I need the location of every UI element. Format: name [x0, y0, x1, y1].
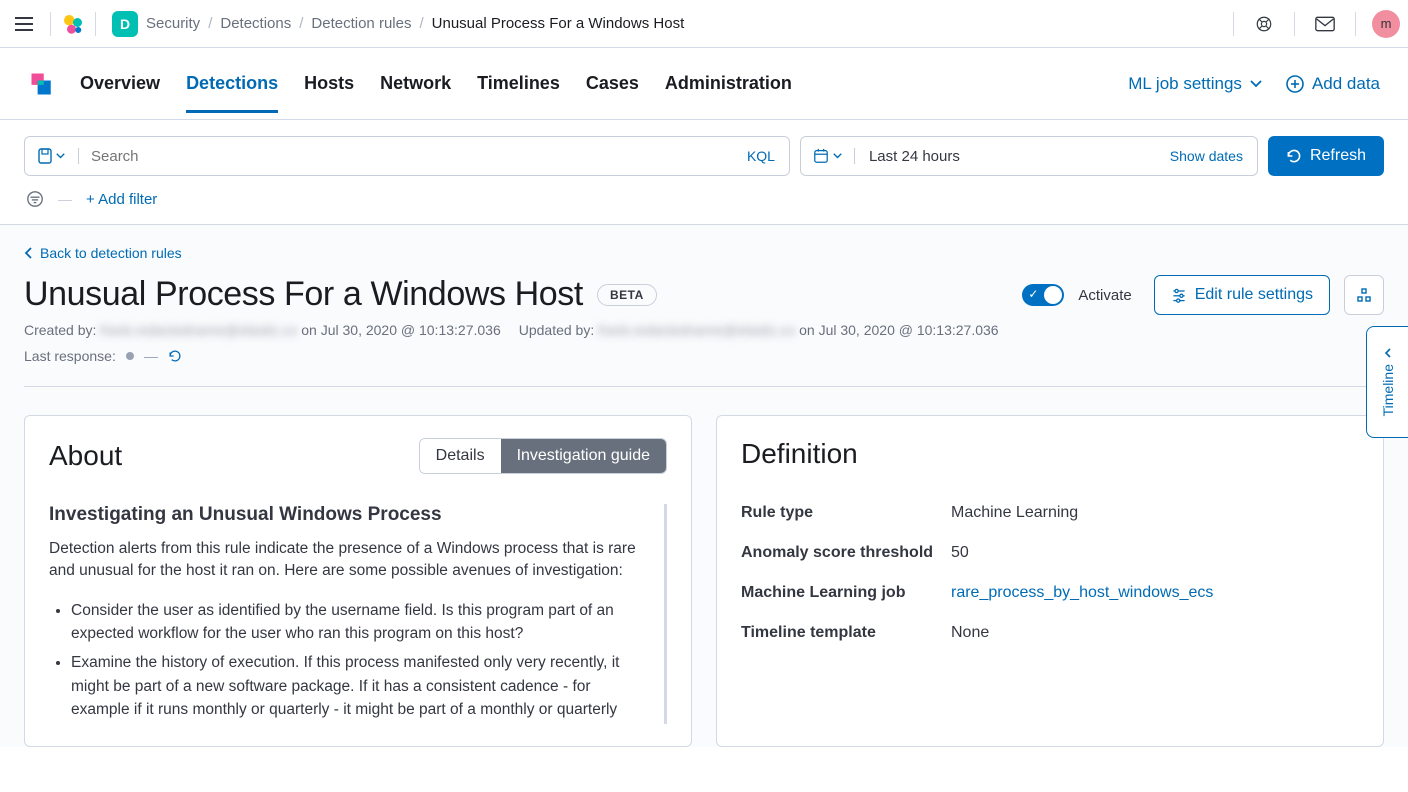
chevron-down-icon	[833, 153, 842, 159]
date-picker-button[interactable]	[801, 148, 855, 164]
created-by: Created by: frank.redactedname@elastic.c…	[24, 322, 501, 338]
calendar-icon	[813, 148, 829, 164]
breadcrumb-sep: /	[299, 15, 303, 32]
tab-cases[interactable]: Cases	[586, 55, 639, 113]
mail-button[interactable]	[1305, 4, 1345, 44]
crumb-security[interactable]: Security	[146, 15, 200, 32]
chevron-down-icon	[56, 153, 65, 159]
activate-toggle[interactable]: ✓	[1022, 284, 1064, 306]
security-app-icon	[28, 70, 56, 98]
definition-panel: Definition Rule type Machine Learning An…	[716, 415, 1384, 747]
chevron-left-icon	[24, 247, 32, 259]
crumb-rules[interactable]: Detection rules	[311, 15, 411, 32]
lifebuoy-icon	[1255, 15, 1273, 33]
timeline-flyout-handle[interactable]: Timeline	[1366, 326, 1408, 438]
status-dot-icon	[126, 352, 134, 360]
refresh-button[interactable]: Refresh	[1268, 136, 1384, 176]
date-range-label[interactable]: Last 24 hours	[855, 148, 1156, 165]
activate-label: Activate	[1078, 287, 1131, 304]
crumb-current: Unusual Process For a Windows Host	[432, 15, 685, 32]
refresh-label: Refresh	[1310, 147, 1366, 165]
tab-administration[interactable]: Administration	[665, 55, 792, 113]
refresh-status-button[interactable]	[168, 349, 182, 363]
show-dates-link[interactable]: Show dates	[1156, 148, 1257, 164]
def-link-ml-job[interactable]: rare_process_by_host_windows_ecs	[951, 584, 1359, 602]
guide-bullet: Consider the user as identified by the u…	[71, 599, 650, 646]
add-filter-link[interactable]: + Add filter	[86, 191, 157, 208]
divider	[50, 12, 51, 36]
search-bar: KQL	[24, 136, 790, 176]
edit-rule-button[interactable]: Edit rule settings	[1154, 275, 1330, 315]
tab-timelines[interactable]: Timelines	[477, 55, 560, 113]
def-key-anomaly: Anomaly score threshold	[741, 544, 941, 562]
about-tabs: Details Investigation guide	[419, 438, 667, 474]
back-link[interactable]: Back to detection rules	[24, 245, 1384, 261]
def-key-rule-type: Rule type	[741, 504, 941, 522]
saved-query-button[interactable]	[25, 148, 79, 164]
def-key-template: Timeline template	[741, 624, 941, 642]
updated-by: Updated by: frank.redactedname@elastic.c…	[519, 322, 999, 338]
ml-job-settings[interactable]: ML job settings	[1128, 74, 1262, 94]
hamburger-icon	[15, 17, 33, 31]
chevron-left-icon	[1383, 348, 1393, 358]
tab-details[interactable]: Details	[420, 439, 501, 473]
divider	[95, 12, 96, 36]
page-title: Unusual Process For a Windows Host	[24, 275, 583, 314]
def-val-rule-type: Machine Learning	[951, 504, 1359, 522]
newsfeed-button[interactable]	[1244, 4, 1284, 44]
about-title: About	[49, 440, 122, 472]
ml-job-settings-label: ML job settings	[1128, 74, 1242, 94]
app-tabs: Overview Detections Hosts Network Timeli…	[80, 55, 792, 113]
about-panel: About Details Investigation guide Invest…	[24, 415, 692, 747]
last-response: Last response: —	[24, 348, 999, 364]
refresh-icon	[1286, 148, 1302, 164]
app-tile[interactable]: D	[112, 11, 138, 37]
tab-detections[interactable]: Detections	[186, 55, 278, 113]
guide-intro: Detection alerts from this rule indicate…	[49, 538, 650, 583]
chevron-down-icon	[1250, 80, 1262, 88]
about-content[interactable]: Investigating an Unusual Windows Process…	[49, 504, 667, 724]
timeline-handle-label: Timeline	[1380, 364, 1396, 416]
check-icon: ✓	[1028, 287, 1038, 301]
breadcrumb: Security / Detections / Detection rules …	[146, 15, 684, 32]
nav-toggle[interactable]	[8, 8, 40, 40]
tab-hosts[interactable]: Hosts	[304, 55, 354, 113]
add-data-label: Add data	[1312, 74, 1380, 94]
tab-overview[interactable]: Overview	[80, 55, 160, 113]
more-actions-button[interactable]	[1344, 275, 1384, 315]
back-link-label: Back to detection rules	[40, 245, 182, 261]
divider	[1294, 12, 1295, 36]
filter-icon[interactable]	[26, 190, 44, 208]
divider	[24, 386, 1384, 387]
elastic-logo[interactable]	[61, 12, 85, 36]
plus-circle-icon	[1286, 75, 1304, 93]
refresh-icon	[168, 349, 182, 363]
filter-divider: —	[58, 191, 72, 207]
disk-icon	[38, 148, 52, 164]
edit-rule-label: Edit rule settings	[1195, 286, 1313, 304]
crumb-detections[interactable]: Detections	[220, 15, 291, 32]
sliders-icon	[1171, 287, 1187, 303]
add-data-button[interactable]: Add data	[1286, 74, 1380, 94]
divider	[1355, 12, 1356, 36]
breadcrumb-sep: /	[208, 15, 212, 32]
tab-investigation-guide[interactable]: Investigation guide	[501, 439, 666, 473]
def-val-template: None	[951, 624, 1359, 642]
divider	[1233, 12, 1234, 36]
boxes-icon	[1357, 288, 1371, 302]
breadcrumb-sep: /	[419, 15, 423, 32]
mail-icon	[1315, 16, 1335, 32]
guide-heading: Investigating an Unusual Windows Process	[49, 504, 650, 526]
definition-title: Definition	[741, 438, 1359, 470]
beta-badge: BETA	[597, 284, 657, 306]
kql-toggle[interactable]: KQL	[733, 148, 789, 164]
date-picker: Last 24 hours Show dates	[800, 136, 1258, 176]
def-key-ml-job: Machine Learning job	[741, 584, 941, 602]
def-val-anomaly: 50	[951, 544, 1359, 562]
avatar[interactable]: m	[1372, 10, 1400, 38]
tab-network[interactable]: Network	[380, 55, 451, 113]
search-input[interactable]	[79, 148, 733, 165]
guide-bullet: Examine the history of execution. If thi…	[71, 651, 650, 724]
